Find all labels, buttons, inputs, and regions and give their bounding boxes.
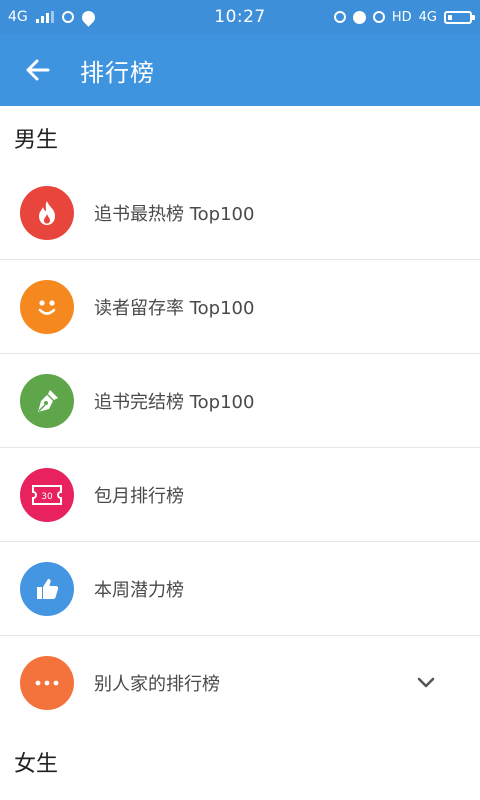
hd-label: HD: [391, 9, 412, 25]
chevron-down-icon[interactable]: [416, 673, 436, 693]
bluetooth-icon: [352, 10, 366, 24]
status-bar: 4G 10:27 HD 4G: [0, 0, 480, 34]
list-item-hot-top100[interactable]: 追书最热榜 Top100: [0, 166, 480, 260]
list-item-finished-top100[interactable]: 追书完结榜 Top100: [0, 354, 480, 448]
list-item-label: 包月排行榜: [94, 486, 184, 507]
status-bar-right: HD 4G: [333, 0, 475, 34]
section-header-male: 男生: [14, 128, 59, 153]
network-type-right: 4G: [418, 9, 437, 25]
list-item-label: 读者留存率 Top100: [94, 298, 255, 319]
do-not-disturb-icon: [333, 11, 346, 23]
thumbs-up-icon: [20, 562, 74, 616]
back-button[interactable]: [14, 46, 62, 94]
ticket-badge-text: 30: [41, 492, 53, 502]
list-item-others-rank[interactable]: 别人家的排行榜: [0, 636, 480, 730]
ticket-30-icon: 30: [20, 468, 74, 522]
smile-icon: [20, 280, 74, 334]
list-item-label: 别人家的排行榜: [94, 674, 220, 695]
page-title: 排行榜: [80, 58, 155, 87]
list-item-label: 追书完结榜 Top100: [94, 392, 255, 413]
list-item-monthly-rank[interactable]: 30 包月排行榜: [0, 448, 480, 542]
pen-nib-icon: [20, 374, 74, 428]
section-header-female: 女生: [14, 752, 59, 777]
more-dots-icon: [20, 656, 74, 710]
list-item-retention-top100[interactable]: 读者留存率 Top100: [0, 260, 480, 354]
arrow-left-icon: [26, 59, 50, 81]
list-item-label: 本周潜力榜: [94, 580, 184, 601]
flame-icon: [20, 186, 74, 240]
app-bar: 排行榜: [0, 34, 480, 106]
list-item-weekly-potential[interactable]: 本周潜力榜: [0, 542, 480, 636]
list-item-label: 追书最热榜 Top100: [94, 204, 255, 225]
alarm-icon: [372, 11, 385, 23]
battery-icon: [444, 10, 475, 24]
